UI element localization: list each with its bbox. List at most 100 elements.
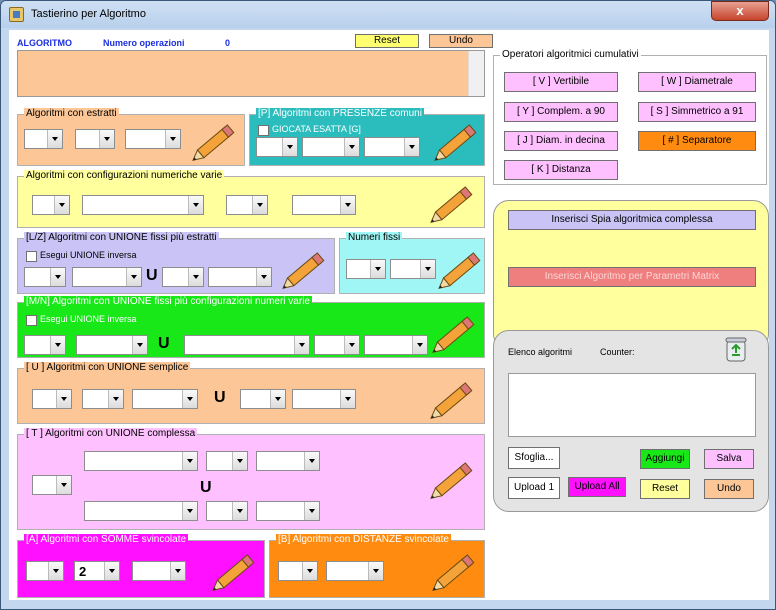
mn-inversa-checkbox[interactable] (26, 315, 37, 326)
elenco-label: Elenco algoritmi (508, 347, 573, 357)
pencil-icon[interactable] (434, 119, 482, 163)
t-dropdown-7[interactable] (256, 501, 320, 521)
pencil-icon[interactable] (430, 181, 478, 225)
panel-t-title: [ T ] Algoritmi con UNIONE complessa (24, 428, 198, 439)
panel-operatori: Operatori algoritmici cumulativi [ V ] V… (493, 49, 767, 185)
pencil-icon[interactable] (432, 549, 480, 593)
app-window: Tastierino per Algoritmo x ALGORITMO Num… (0, 0, 776, 610)
algoritmo-label: ALGORITMO (17, 38, 72, 48)
a-dropdown-1[interactable] (26, 561, 64, 581)
panel-fissi-title: Numeri fissi (346, 232, 403, 243)
title-bar: Tastierino per Algoritmo x (1, 1, 775, 28)
salva-button[interactable]: Salva (704, 449, 754, 469)
u-dropdown-2[interactable] (82, 389, 124, 409)
num-operations-label: Numero operazioni (103, 38, 185, 48)
pencil-icon[interactable] (432, 311, 480, 355)
panel-numeri-fissi: Numeri fissi (339, 232, 486, 294)
panel-configurazioni-title: Algoritmi con configurazioni numeriche v… (24, 170, 225, 181)
vertibile-button[interactable]: [ V ] Vertibile (504, 72, 618, 92)
panel-elenco: Elenco algoritmi Counter: Sfoglia... Agg… (493, 330, 769, 512)
mn-dropdown-4[interactable] (314, 335, 360, 355)
lz-dropdown-4[interactable] (208, 267, 272, 287)
lz-inversa-checkbox[interactable] (26, 251, 37, 262)
simmetrico-button[interactable]: [ S ] Simmetrico a 91 (638, 102, 756, 122)
t-dropdown-1[interactable] (84, 451, 198, 471)
num-operations-value: 0 (225, 38, 231, 48)
config-dropdown-1[interactable] (32, 195, 70, 215)
pencil-icon[interactable] (438, 247, 486, 291)
upload1-button[interactable]: Upload 1 (508, 477, 560, 499)
complemento-button[interactable]: [ Y ] Complem. a 90 (504, 102, 618, 122)
pencil-icon[interactable] (430, 457, 478, 501)
presenze-dropdown-2[interactable] (302, 137, 360, 157)
config-dropdown-4[interactable] (292, 195, 356, 215)
elenco-listbox[interactable] (508, 373, 756, 437)
spia-button[interactable]: Inserisci Spia algoritmica complessa (508, 210, 756, 230)
diametrale-button[interactable]: [ W ] Diametrale (638, 72, 756, 92)
t-dropdown-5[interactable] (84, 501, 198, 521)
estratti-dropdown-2[interactable] (75, 129, 115, 149)
u-union-symbol: U (214, 389, 226, 406)
t-dropdown-4[interactable] (32, 475, 72, 495)
panel-distanze: [B] Algoritmi con DISTANZE svincolate (269, 534, 485, 598)
undo-button[interactable]: Undo (429, 34, 493, 48)
estratti-dropdown-3[interactable] (125, 129, 181, 149)
b-dropdown-2[interactable] (326, 561, 384, 581)
mn-inversa-label: Esegui UNIONE inversa (40, 314, 137, 324)
panel-b-title: [B] Algoritmi con DISTANZE svincolate (276, 534, 451, 545)
a-dropdown-2[interactable]: 2 (74, 561, 120, 581)
diam-decina-button[interactable]: [ J ] Diam. in decina (504, 131, 618, 151)
giocata-esatta-checkbox[interactable] (258, 125, 269, 136)
u-dropdown-5[interactable] (292, 389, 356, 409)
lz-dropdown-3[interactable] (162, 267, 204, 287)
panel-somme: [A] Algoritmi con SOMME svincolate 2 (17, 534, 265, 598)
recycle-bin-icon[interactable] (724, 335, 748, 363)
config-dropdown-2[interactable] (82, 195, 204, 215)
lz-dropdown-2[interactable] (72, 267, 142, 287)
b-dropdown-1[interactable] (278, 561, 318, 581)
t-union-symbol: U (200, 479, 212, 496)
panel-operatori-title: Operatori algoritmici cumulativi (500, 49, 641, 60)
mn-dropdown-2[interactable] (76, 335, 148, 355)
matrix-button[interactable]: Inserisci Algoritmo per Parametri Matrix (508, 267, 756, 287)
mn-dropdown-3[interactable] (184, 335, 310, 355)
fissi-dropdown-1[interactable] (346, 259, 386, 279)
distanza-button[interactable]: [ K ] Distanza (504, 160, 618, 180)
a-dropdown-3[interactable] (132, 561, 186, 581)
estratti-dropdown-1[interactable] (24, 129, 63, 149)
reset-button[interactable]: Reset (355, 34, 419, 48)
client-area: ALGORITMO Numero operazioni 0 Reset Undo… (9, 30, 769, 600)
pencil-icon[interactable] (212, 549, 260, 593)
algorithm-textarea[interactable] (17, 50, 485, 97)
elenco-reset-button[interactable]: Reset (640, 479, 690, 499)
t-dropdown-3[interactable] (256, 451, 320, 471)
uploadall-button[interactable]: Upload All (568, 477, 626, 497)
u-dropdown-4[interactable] (240, 389, 286, 409)
presenze-dropdown-1[interactable] (256, 137, 298, 157)
aggiungi-button[interactable]: Aggiungi (640, 449, 690, 469)
pencil-icon[interactable] (282, 247, 330, 291)
separatore-button[interactable]: [ # ] Separatore (638, 131, 756, 151)
u-dropdown-1[interactable] (32, 389, 72, 409)
panel-estratti: Algoritmi con estratti (17, 108, 245, 166)
lz-dropdown-1[interactable] (24, 267, 66, 287)
fissi-dropdown-2[interactable] (390, 259, 436, 279)
mn-dropdown-5[interactable] (364, 335, 428, 355)
panel-unione-complessa: [ T ] Algoritmi con UNIONE complessa U (17, 428, 485, 530)
pencil-icon[interactable] (430, 377, 478, 421)
mn-union-symbol: U (158, 335, 170, 352)
presenze-dropdown-3[interactable] (364, 137, 420, 157)
sfoglia-button[interactable]: Sfoglia... (508, 447, 560, 469)
textarea-scrollbar[interactable] (468, 51, 484, 96)
elenco-undo-button[interactable]: Undo (704, 479, 754, 499)
pencil-icon[interactable] (192, 119, 240, 163)
panel-mn-title: [M/N] Algoritmi con UNIONE fissi più con… (24, 296, 312, 307)
mn-dropdown-1[interactable] (24, 335, 66, 355)
t-dropdown-2[interactable] (206, 451, 248, 471)
u-dropdown-3[interactable] (132, 389, 198, 409)
close-button[interactable]: x (711, 1, 769, 21)
giocata-esatta-label: GIOCATA ESATTA [G] (272, 124, 361, 134)
t-dropdown-6[interactable] (206, 501, 248, 521)
panel-a-title: [A] Algoritmi con SOMME svincolate (24, 534, 189, 545)
config-dropdown-3[interactable] (226, 195, 268, 215)
